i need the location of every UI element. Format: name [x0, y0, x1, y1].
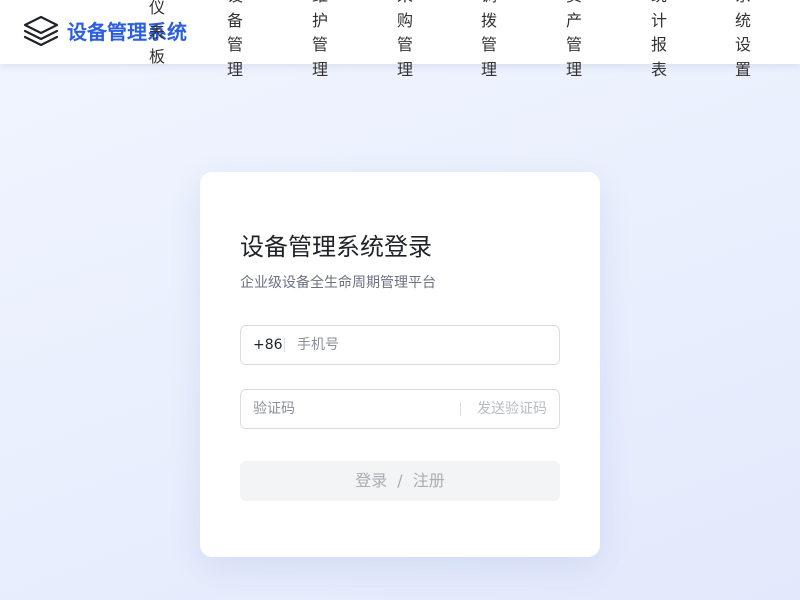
nav-item-system-settings[interactable]: 系统设置 [733, 0, 753, 82]
separator: / [397, 471, 403, 490]
nav-item-statistics-reports[interactable]: 统计报表 [649, 0, 669, 82]
nav-item-maintenance-management[interactable]: 维护管理 [310, 0, 330, 82]
app-name: 设备管理系统 [67, 20, 187, 44]
nav-item-dashboard[interactable]: 仪表板 [147, 0, 167, 70]
send-code-button[interactable]: 发送验证码 [477, 390, 547, 428]
phone-input[interactable] [297, 326, 547, 364]
top-nav-bar: 设备管理系统 仪表板 设备管理 维护管理 采购管理 调拨管理 资产管理 统计报表… [0, 0, 800, 79]
phone-field: +86 [240, 325, 560, 365]
nav-item-transfer-management[interactable]: 调拨管理 [479, 0, 499, 82]
login-title: 设备管理系统登录 [240, 233, 432, 261]
nav-item-procurement-management[interactable]: 采购管理 [395, 0, 415, 82]
login-subtitle: 企业级设备全生命周期管理平台 [240, 275, 436, 291]
field-divider [460, 402, 461, 416]
field-divider [284, 338, 285, 352]
login-register-button[interactable]: 登录 / 注册 [240, 461, 560, 501]
nav-item-device-management[interactable]: 设备管理 [225, 0, 245, 82]
verification-code-input[interactable] [253, 390, 453, 428]
nav-item-asset-management[interactable]: 资产管理 [564, 0, 584, 82]
login-card: 设备管理系统登录 企业级设备全生命周期管理平台 +86 发送验证码 登录 / 注册 [200, 172, 600, 557]
register-label: 注册 [412, 471, 445, 490]
verification-code-field: 发送验证码 [240, 389, 560, 429]
country-code-selector[interactable]: +86 [253, 326, 283, 364]
login-label: 登录 [355, 471, 388, 490]
stacked-layers-icon [23, 15, 59, 47]
